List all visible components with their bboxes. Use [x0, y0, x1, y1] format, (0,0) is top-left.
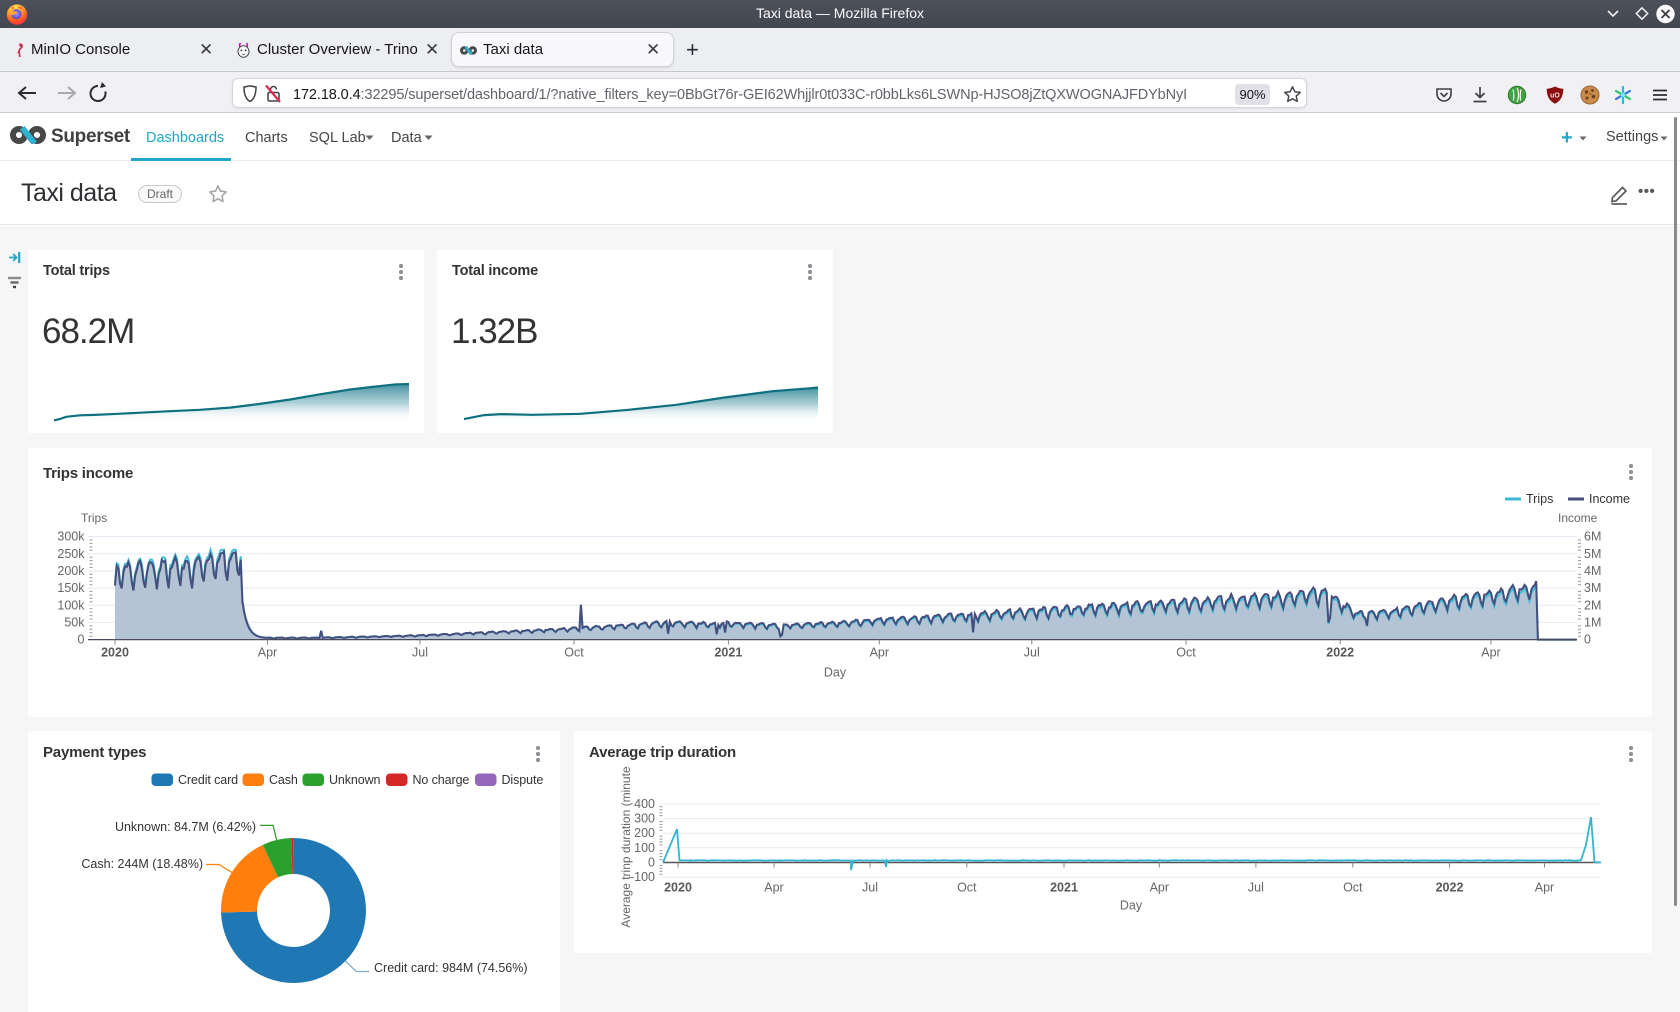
- svg-text:2021: 2021: [714, 646, 742, 660]
- svg-text:Apr: Apr: [870, 646, 889, 660]
- svg-text:2022: 2022: [1326, 646, 1354, 660]
- svg-text:100: 100: [634, 841, 655, 855]
- svg-text:Oct: Oct: [1176, 646, 1196, 660]
- svg-text:Jul: Jul: [1248, 881, 1264, 895]
- svg-text:Jul: Jul: [862, 881, 878, 895]
- svg-text:uO: uO: [1550, 93, 1560, 100]
- svg-text:Oct: Oct: [564, 646, 584, 660]
- svg-text:0: 0: [1584, 633, 1591, 647]
- svg-text:Cash: Cash: [269, 773, 298, 787]
- svg-text:2020: 2020: [664, 881, 692, 895]
- svg-text:Day: Day: [1120, 899, 1143, 913]
- svg-text:2020: 2020: [101, 646, 129, 660]
- svg-text:Income: Income: [1558, 511, 1598, 525]
- svg-text:200: 200: [634, 826, 655, 840]
- svg-text:Credit card: 984M (74.56%): Credit card: 984M (74.56%): [374, 961, 528, 975]
- svg-text:Dispute: Dispute: [502, 773, 544, 787]
- svg-text:3M: 3M: [1584, 581, 1601, 595]
- svg-text:-100: -100: [630, 870, 655, 884]
- svg-text:Jul: Jul: [1024, 646, 1040, 660]
- svg-text:Unknown: 84.7M (6.42%): Unknown: 84.7M (6.42%): [115, 820, 256, 834]
- svg-text:100k: 100k: [57, 598, 85, 612]
- svg-text:5M: 5M: [1584, 547, 1601, 561]
- svg-text:0: 0: [648, 856, 655, 870]
- svg-text:Trips: Trips: [1526, 492, 1553, 506]
- svg-text:50k: 50k: [64, 615, 85, 629]
- svg-text:150k: 150k: [57, 581, 85, 595]
- svg-text:1M: 1M: [1584, 615, 1601, 629]
- svg-text:300k: 300k: [57, 530, 85, 544]
- svg-text:0: 0: [78, 633, 85, 647]
- svg-text:Credit card: Credit card: [178, 773, 238, 787]
- svg-text:Oct: Oct: [1343, 881, 1363, 895]
- svg-text:Cash: 244M (18.48%): Cash: 244M (18.48%): [81, 857, 203, 871]
- svg-text:Apr: Apr: [258, 646, 277, 660]
- svg-text:250k: 250k: [57, 547, 85, 561]
- svg-text:2021: 2021: [1050, 881, 1078, 895]
- svg-text:Trips: Trips: [81, 511, 107, 525]
- svg-text:Apr: Apr: [1150, 881, 1169, 895]
- svg-text:Apr: Apr: [1535, 881, 1554, 895]
- svg-text:Apr: Apr: [764, 881, 783, 895]
- svg-text:2022: 2022: [1436, 881, 1464, 895]
- svg-text:6M: 6M: [1584, 530, 1601, 544]
- svg-text:No charge: No charge: [413, 773, 470, 787]
- svg-text:4M: 4M: [1584, 564, 1601, 578]
- svg-text:Jul: Jul: [412, 646, 428, 660]
- svg-text:Apr: Apr: [1481, 646, 1500, 660]
- svg-text:Oct: Oct: [957, 881, 977, 895]
- svg-text:300: 300: [634, 812, 655, 826]
- svg-text:Average trinp duration (minute: Average trinp duration (minute: [619, 766, 633, 928]
- svg-text:Day: Day: [824, 666, 847, 680]
- svg-text:2M: 2M: [1584, 598, 1601, 612]
- svg-text:200k: 200k: [57, 564, 85, 578]
- svg-text:Unknown: Unknown: [329, 773, 381, 787]
- svg-text:Income: Income: [1589, 492, 1630, 506]
- svg-text:400: 400: [634, 797, 655, 811]
